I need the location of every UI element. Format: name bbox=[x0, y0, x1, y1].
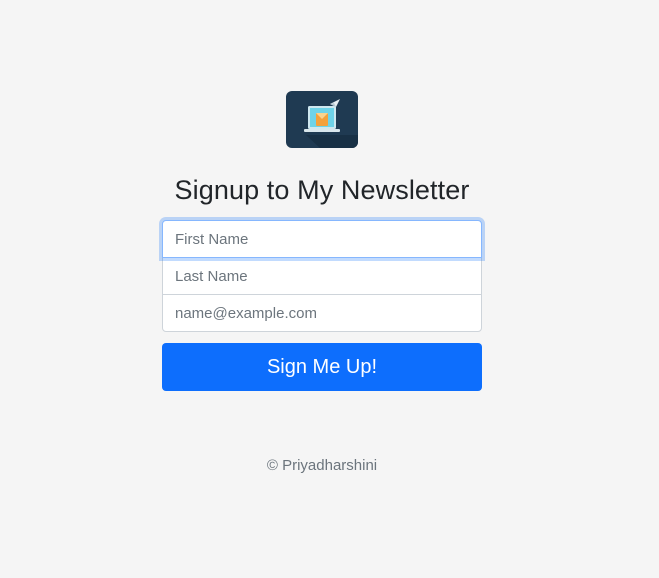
signup-fields bbox=[162, 220, 482, 332]
first-name-field[interactable] bbox=[162, 220, 482, 258]
last-name-field[interactable] bbox=[162, 257, 482, 295]
email-field[interactable] bbox=[162, 294, 482, 332]
signup-form-container: Signup to My Newsletter Sign Me Up! bbox=[162, 91, 482, 391]
sign-me-up-button[interactable]: Sign Me Up! bbox=[162, 343, 482, 391]
copyright-footer: © Priyadharshini bbox=[266, 457, 378, 474]
newsletter-logo-icon bbox=[286, 91, 358, 148]
page-title: Signup to My Newsletter bbox=[174, 175, 470, 205]
